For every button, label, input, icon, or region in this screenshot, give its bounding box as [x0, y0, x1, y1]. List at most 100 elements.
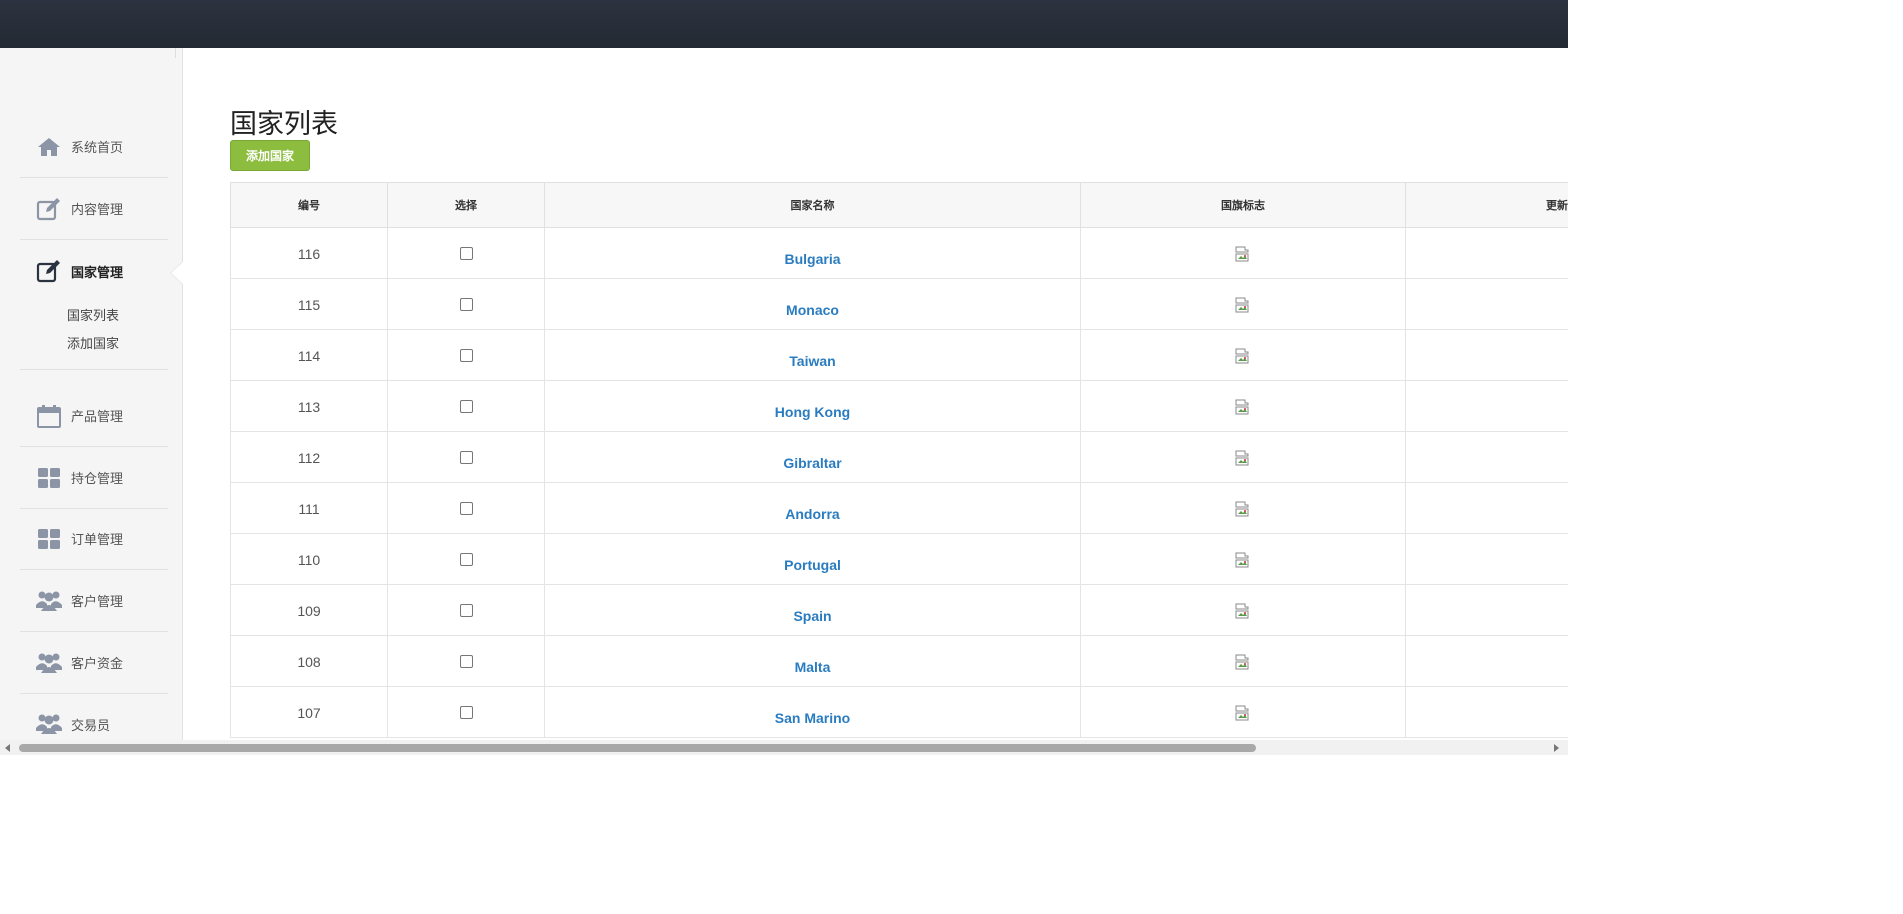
- table-row: 108 Malta 2019-: [230, 635, 1568, 687]
- scroll-left-arrow-icon[interactable]: [5, 744, 10, 752]
- sidebar-item-label: 订单管理: [71, 532, 124, 547]
- country-name-link[interactable]: San Marino: [775, 710, 850, 726]
- row-select-checkbox[interactable]: [459, 400, 473, 413]
- sidebar-item-product[interactable]: 产品管理: [20, 385, 168, 447]
- cell-country-name: Andorra: [544, 482, 1081, 534]
- page-title: 国家列表: [230, 109, 338, 139]
- add-country-button[interactable]: 添加国家: [230, 140, 310, 171]
- country-table: 编号 选择 国家名称 国旗标志 更新 116 Bulgaria 2019- 115 Mo…: [230, 182, 1568, 738]
- cell-select: [387, 329, 545, 381]
- sidebar-divider: [175, 48, 176, 58]
- country-name-link[interactable]: Hong Kong: [775, 404, 850, 420]
- cell-country-name: Portugal: [544, 533, 1081, 585]
- cell-id: 115: [230, 278, 388, 330]
- table-row: 112 Gibraltar 2019-: [230, 431, 1568, 483]
- broken-image-icon: [1235, 348, 1251, 364]
- row-select-checkbox[interactable]: [459, 706, 473, 719]
- sidebar-item-label: 内容管理: [71, 202, 124, 217]
- country-name-link[interactable]: Bulgaria: [784, 251, 840, 267]
- row-select-checkbox[interactable]: [459, 247, 473, 260]
- cell-select: [387, 635, 545, 687]
- cell-id: 110: [230, 533, 388, 585]
- cell-select: [387, 380, 545, 432]
- sidebar-item-order[interactable]: 订单管理: [20, 508, 168, 570]
- cell-updated: 2019-: [1405, 635, 1568, 687]
- table-row: 110 Portugal 2019-: [230, 533, 1568, 585]
- sidebar-item-customer-funds[interactable]: 客户资金: [20, 632, 168, 694]
- home-icon: [34, 134, 64, 160]
- cell-flag: [1080, 482, 1406, 534]
- cell-select: [387, 482, 545, 534]
- cell-flag: [1080, 227, 1406, 279]
- cell-id: 108: [230, 635, 388, 687]
- sidebar-item-home[interactable]: 系统首页: [20, 116, 168, 178]
- column-header-select[interactable]: 选择: [387, 182, 545, 228]
- column-header-flag[interactable]: 国旗标志: [1080, 182, 1406, 228]
- row-select-checkbox[interactable]: [459, 553, 473, 566]
- table-row: 111 Andorra 2019-: [230, 482, 1568, 534]
- cell-updated: 2019-: [1405, 329, 1568, 381]
- calendar-icon: [34, 403, 64, 429]
- broken-image-icon: [1235, 552, 1251, 568]
- cell-id: 111: [230, 482, 388, 534]
- cell-id: 112: [230, 431, 388, 483]
- country-name-link[interactable]: Malta: [795, 659, 831, 675]
- cell-country-name: Spain: [544, 584, 1081, 636]
- table-row: 109 Spain 2019-: [230, 584, 1568, 636]
- row-select-checkbox[interactable]: [459, 298, 473, 311]
- cell-flag: [1080, 329, 1406, 381]
- cell-country-name: Malta: [544, 635, 1081, 687]
- cell-updated: 2019-: [1405, 227, 1568, 279]
- cell-country-name: San Marino: [544, 686, 1081, 738]
- scroll-right-arrow-icon[interactable]: [1554, 744, 1559, 752]
- browser-viewport: 系统首页 内容管理 国家管理 国家列表 添加国家 产品管理 持仓管理 订单管理: [0, 0, 1568, 755]
- table-row: 114 Taiwan 2019-: [230, 329, 1568, 381]
- cell-select: [387, 278, 545, 330]
- table-row: 115 Monaco 2019-: [230, 278, 1568, 330]
- country-name-link[interactable]: Gibraltar: [783, 455, 841, 471]
- sidebar-item-content[interactable]: 内容管理: [20, 178, 168, 240]
- table-row: 113 Hong Kong 2019-: [230, 380, 1568, 432]
- country-name-link[interactable]: Monaco: [786, 302, 839, 318]
- cell-country-name: Gibraltar: [544, 431, 1081, 483]
- column-header-updated-label: 更新: [1546, 200, 1568, 212]
- row-select-checkbox[interactable]: [459, 502, 473, 515]
- horizontal-scrollbar[interactable]: [0, 740, 1568, 755]
- sidebar-item-label: 产品管理: [71, 409, 124, 424]
- column-header-id[interactable]: 编号: [230, 182, 388, 228]
- broken-image-icon: [1235, 705, 1251, 721]
- submenu-country-list[interactable]: 国家列表: [67, 305, 119, 324]
- sidebar-item-customer[interactable]: 客户管理: [20, 570, 168, 632]
- cell-flag: [1080, 431, 1406, 483]
- table-row: 116 Bulgaria 2019-: [230, 227, 1568, 279]
- column-header-name[interactable]: 国家名称: [544, 182, 1081, 228]
- country-name-link[interactable]: Portugal: [784, 557, 841, 573]
- cell-updated: 2019-: [1405, 278, 1568, 330]
- column-header-updated[interactable]: 更新: [1405, 182, 1568, 228]
- country-name-link[interactable]: Spain: [793, 608, 831, 624]
- country-name-link[interactable]: Andorra: [785, 506, 839, 522]
- row-select-checkbox[interactable]: [459, 655, 473, 668]
- sidebar-item-country[interactable]: 国家管理: [20, 240, 168, 302]
- country-name-link[interactable]: Taiwan: [789, 353, 835, 369]
- row-select-checkbox[interactable]: [459, 451, 473, 464]
- cell-id: 114: [230, 329, 388, 381]
- cell-flag: [1080, 278, 1406, 330]
- cell-select: [387, 584, 545, 636]
- users-icon: [34, 650, 64, 676]
- row-select-checkbox[interactable]: [459, 349, 473, 362]
- scrollbar-thumb[interactable]: [19, 744, 1256, 752]
- sidebar-item-position[interactable]: 持仓管理: [20, 447, 168, 509]
- broken-image-icon: [1235, 399, 1251, 415]
- cell-country-name: Taiwan: [544, 329, 1081, 381]
- cell-select: [387, 431, 545, 483]
- cell-select: [387, 227, 545, 279]
- cell-flag: [1080, 380, 1406, 432]
- cell-updated: 2019-: [1405, 431, 1568, 483]
- row-select-checkbox[interactable]: [459, 604, 473, 617]
- broken-image-icon: [1235, 297, 1251, 313]
- submenu-add-country[interactable]: 添加国家: [67, 333, 119, 352]
- sidebar-item-label: 持仓管理: [71, 471, 124, 486]
- broken-image-icon: [1235, 450, 1251, 466]
- users-icon: [34, 588, 64, 614]
